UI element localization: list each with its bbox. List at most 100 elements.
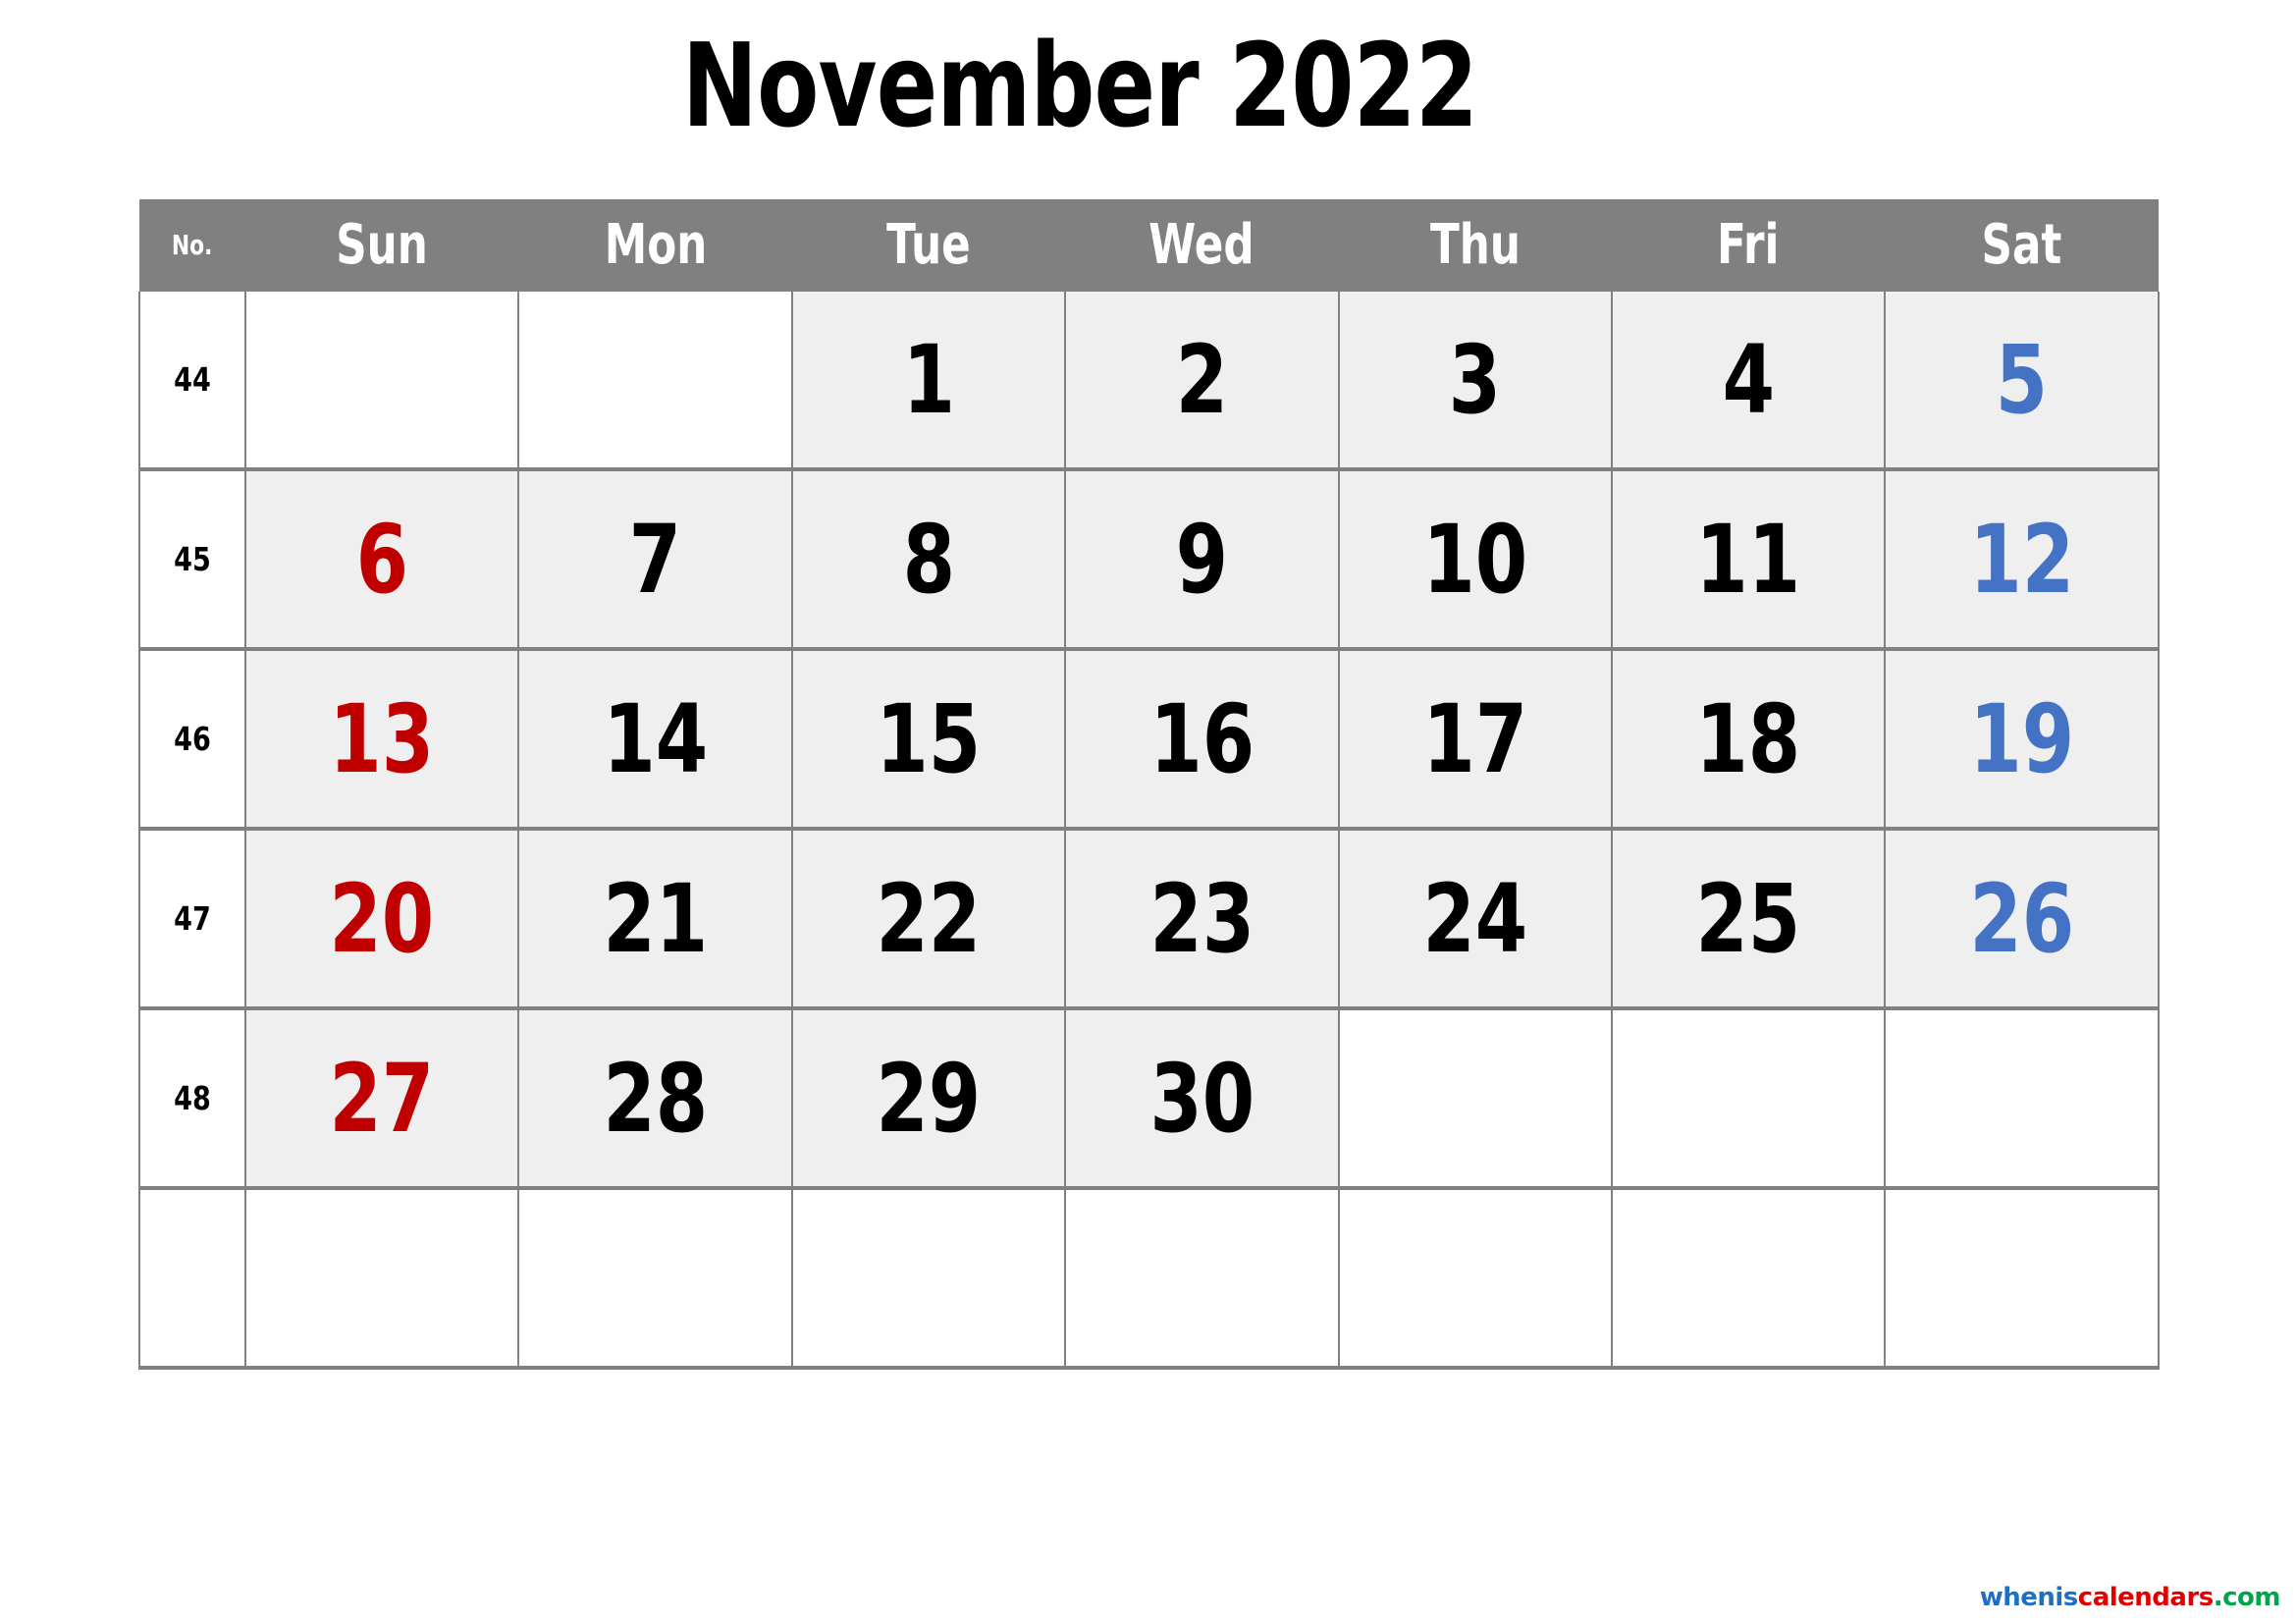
day-number: 29 — [876, 1043, 982, 1154]
header-day-fri: Fri — [1611, 199, 1886, 292]
day-cell[interactable]: 9 — [1064, 467, 1340, 651]
day-cell[interactable]: 10 — [1337, 467, 1613, 651]
day-cell[interactable]: 1 — [790, 292, 1067, 471]
day-cell-empty[interactable] — [1064, 1186, 1340, 1370]
week-number-label: 46 — [174, 720, 211, 758]
calendar-week-row: 46 13 14 15 16 17 18 19 — [138, 647, 2160, 831]
week-number-cell: 47 — [138, 827, 246, 1010]
day-cell[interactable]: 5 — [1884, 292, 2160, 471]
day-number: 28 — [603, 1043, 709, 1154]
day-cell-empty[interactable] — [1337, 1186, 1613, 1370]
day-number: 9 — [1175, 504, 1229, 615]
day-cell-empty[interactable] — [790, 1186, 1067, 1370]
day-cell-empty[interactable] — [1337, 1006, 1613, 1190]
day-number: 17 — [1422, 683, 1528, 794]
day-cell[interactable]: 14 — [517, 647, 793, 831]
calendar-week-row — [138, 1186, 2160, 1370]
day-cell[interactable]: 16 — [1064, 647, 1340, 831]
day-number: 5 — [1995, 324, 2049, 435]
day-cell[interactable]: 29 — [790, 1006, 1067, 1190]
week-number-cell — [138, 1186, 246, 1370]
day-number: 16 — [1148, 683, 1255, 794]
day-cell-empty[interactable] — [517, 292, 793, 471]
watermark-part-tld: .com — [2213, 1583, 2281, 1612]
day-cell[interactable]: 7 — [517, 467, 793, 651]
day-number: 2 — [1175, 324, 1229, 435]
day-cell[interactable]: 26 — [1884, 827, 2160, 1010]
watermark-part-whenis: whenis — [1979, 1583, 2079, 1612]
header-day-label: Mon — [604, 213, 707, 277]
day-cell[interactable]: 18 — [1610, 647, 1887, 831]
day-cell[interactable]: 22 — [790, 827, 1067, 1010]
week-number-cell: 44 — [138, 292, 246, 471]
day-cell-empty[interactable] — [1610, 1186, 1887, 1370]
calendar-week-row: 44 1 2 3 4 5 — [138, 292, 2160, 471]
day-cell[interactable]: 8 — [790, 467, 1067, 651]
day-cell[interactable]: 23 — [1064, 827, 1340, 1010]
day-cell-empty[interactable] — [1884, 1006, 2160, 1190]
week-number-label: 48 — [174, 1079, 211, 1117]
day-number: 8 — [902, 504, 955, 615]
calendar-week-row: 48 27 28 29 30 — [138, 1006, 2160, 1190]
day-cell[interactable]: 28 — [517, 1006, 793, 1190]
day-cell-empty[interactable] — [243, 292, 520, 471]
day-cell[interactable]: 13 — [243, 647, 520, 831]
day-number: 12 — [1969, 504, 2074, 615]
day-cell[interactable]: 11 — [1610, 467, 1887, 651]
day-number: 4 — [1722, 324, 1775, 435]
day-cell[interactable]: 21 — [517, 827, 793, 1010]
header-day-label: Tue — [886, 213, 971, 277]
day-cell[interactable]: 12 — [1884, 467, 2160, 651]
day-cell[interactable]: 24 — [1337, 827, 1613, 1010]
day-number: 18 — [1695, 683, 1801, 794]
calendar-week-row: 47 20 21 22 23 24 25 26 — [138, 827, 2160, 1010]
header-day-mon: Mon — [518, 199, 792, 292]
day-cell[interactable]: 20 — [243, 827, 520, 1010]
day-cell[interactable]: 17 — [1337, 647, 1613, 831]
day-cell[interactable]: 30 — [1064, 1006, 1340, 1190]
day-number: 22 — [876, 863, 982, 974]
week-number-label: 44 — [174, 360, 211, 399]
day-number: 23 — [1148, 863, 1255, 974]
day-cell[interactable]: 2 — [1064, 292, 1340, 471]
day-cell[interactable]: 19 — [1884, 647, 2160, 831]
header-week-number: No. — [139, 199, 245, 292]
day-cell[interactable]: 25 — [1610, 827, 1887, 1010]
day-number: 30 — [1148, 1043, 1255, 1154]
calendar-body: 44 1 2 3 4 5 45 6 7 8 9 10 11 12 46 13 14 15 16 17 18 19 47 20 2… — [138, 292, 2160, 1370]
day-cell-empty[interactable] — [1884, 1186, 2160, 1370]
page-title: November 2022 — [681, 18, 1478, 153]
day-cell-empty[interactable] — [517, 1186, 793, 1370]
header-day-tue: Tue — [791, 199, 1066, 292]
day-number: 19 — [1969, 683, 2074, 794]
day-number: 20 — [329, 863, 435, 974]
day-cell[interactable]: 27 — [243, 1006, 520, 1190]
day-number: 14 — [603, 683, 709, 794]
day-cell-empty[interactable] — [1610, 1006, 1887, 1190]
day-number: 25 — [1695, 863, 1801, 974]
week-number-label: 47 — [174, 899, 211, 938]
calendar-header-row: No. Sun Mon Tue Wed Thu Fri Sat — [139, 199, 2159, 292]
day-number: 1 — [902, 324, 955, 435]
day-cell[interactable]: 6 — [243, 467, 520, 651]
day-cell[interactable]: 3 — [1337, 292, 1613, 471]
header-week-number-label: No. — [172, 229, 213, 261]
week-number-label: 45 — [174, 540, 211, 578]
day-number: 15 — [876, 683, 982, 794]
day-number: 27 — [329, 1043, 435, 1154]
header-day-sun: Sun — [245, 199, 519, 292]
day-cell-empty[interactable] — [243, 1186, 520, 1370]
calendar-grid: No. Sun Mon Tue Wed Thu Fri Sat 44 1 2 3… — [138, 199, 2160, 1370]
day-number: 10 — [1422, 504, 1528, 615]
day-number: 24 — [1422, 863, 1528, 974]
day-number: 11 — [1695, 504, 1801, 615]
header-day-sat: Sat — [1885, 199, 2159, 292]
watermark-part-calendars: calendars — [2077, 1583, 2214, 1612]
calendar-page: November 2022 No. Sun Mon Tue Wed Thu Fr… — [0, 0, 2296, 1624]
header-day-label: Fri — [1717, 213, 1780, 277]
calendar-week-row: 45 6 7 8 9 10 11 12 — [138, 467, 2160, 651]
day-cell[interactable]: 15 — [790, 647, 1067, 831]
day-cell[interactable]: 4 — [1610, 292, 1887, 471]
day-number: 13 — [329, 683, 435, 794]
site-watermark: wheniscalendars.com — [1979, 1583, 2281, 1612]
